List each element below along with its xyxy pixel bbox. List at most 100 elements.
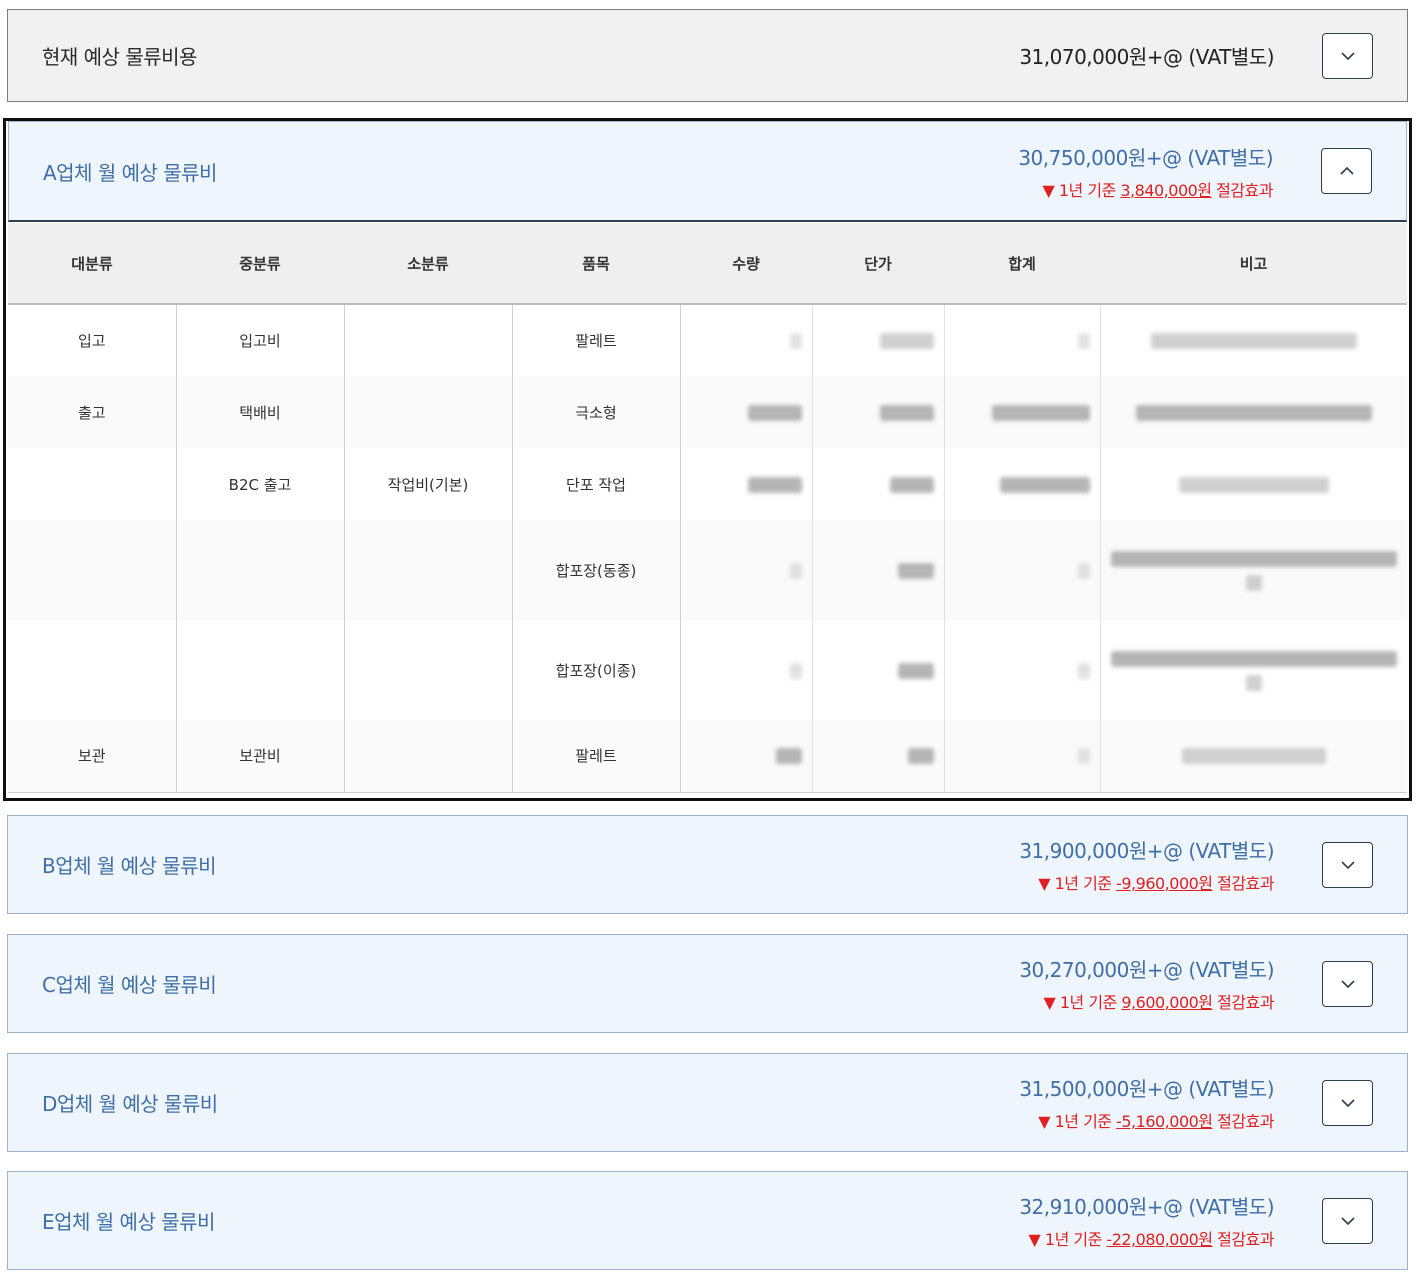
cell-total-redacted — [944, 304, 1101, 376]
cell-major — [8, 520, 177, 620]
saving-value: 9,600,000원 — [1121, 993, 1213, 1012]
header-total: 합계 — [944, 223, 1100, 305]
vendor-b-saving: ▼ 1년 기준 -9,960,000원 절감효과 — [1019, 870, 1274, 894]
vendor-e-panel: E업체 월 예상 물류비 32,910,000원+@ (VAT별도) ▼ 1년 … — [7, 1171, 1408, 1270]
vendor-a-panel: A업체 월 예상 물류비 30,750,000원+@ (VAT별도) ▼ 1년 … — [8, 121, 1407, 222]
vendor-a-expanded-section: A업체 월 예상 물류비 30,750,000원+@ (VAT별도) ▼ 1년 … — [3, 118, 1412, 801]
saving-prefix: ▼ 1년 기준 — [1028, 1230, 1107, 1249]
cell-mid: 입고비 — [176, 304, 345, 376]
cell-minor — [344, 376, 513, 448]
saving-suffix: 절감효과 — [1212, 1230, 1274, 1249]
table-row: 합포장(이종) — [8, 620, 1407, 720]
cell-minor — [344, 520, 513, 620]
vendor-c-title: C업체 월 예상 물류비 — [42, 973, 217, 997]
cell-mid: 보관비 — [176, 720, 345, 793]
cell-item: 팔레트 — [512, 720, 681, 793]
vendor-a-toggle-button[interactable] — [1321, 148, 1372, 194]
vendor-b-amount: 31,900,000원+@ (VAT별도) — [1019, 839, 1274, 863]
vendor-a-amount-block: 30,750,000원+@ (VAT별도) ▼ 1년 기준 3,840,000원… — [1018, 142, 1273, 201]
vendor-c-saving: ▼ 1년 기준 9,600,000원 절감효과 — [1019, 989, 1274, 1013]
vendor-b-panel: B업체 월 예상 물류비 31,900,000원+@ (VAT별도) ▼ 1년 … — [7, 815, 1408, 914]
cell-minor — [344, 720, 513, 793]
header-item: 품목 — [512, 223, 680, 305]
table-row: 입고 입고비 팔레트 — [8, 304, 1407, 376]
saving-value: 3,840,000원 — [1120, 180, 1212, 200]
cell-major: 입고 — [8, 304, 177, 376]
vendor-d-title: D업체 월 예상 물류비 — [42, 1092, 218, 1116]
vendor-a-amount: 30,750,000원+@ (VAT별도) — [1018, 145, 1273, 170]
vendor-e-amount-block: 32,910,000원+@ (VAT별도) ▼ 1년 기준 -22,080,00… — [1019, 1191, 1274, 1250]
cell-major: 출고 — [8, 376, 177, 448]
cell-quantity-redacted — [680, 448, 813, 520]
vendor-c-amount-block: 30,270,000원+@ (VAT별도) ▼ 1년 기준 9,600,000원… — [1019, 954, 1274, 1013]
cell-unit-price-redacted — [812, 620, 945, 720]
saving-suffix: 절감효과 — [1211, 180, 1273, 200]
chevron-down-icon — [1340, 860, 1355, 869]
table-header-row: 대분류 중분류 소분류 품목 수량 단가 합계 비고 — [8, 223, 1407, 305]
current-cost-panel: 현재 예상 물류비용 31,070,000원+@ (VAT별도) — [7, 9, 1408, 102]
cell-major — [8, 448, 177, 520]
table-row: 보관 보관비 팔레트 — [8, 720, 1407, 793]
cell-minor — [344, 304, 513, 376]
cell-item: 합포장(동종) — [512, 520, 681, 620]
vendor-d-toggle-button[interactable] — [1322, 1079, 1373, 1126]
cell-minor — [344, 620, 513, 720]
cell-quantity-redacted — [680, 720, 813, 793]
cell-item: 팔레트 — [512, 304, 681, 376]
current-cost-amount: 31,070,000원+@ (VAT별도) — [1019, 45, 1274, 69]
header-minor-category: 소분류 — [344, 223, 512, 305]
chevron-down-icon — [1340, 1216, 1355, 1225]
vendor-e-title: E업체 월 예상 물류비 — [42, 1210, 215, 1234]
vendor-a-detail-table: 대분류 중분류 소분류 품목 수량 단가 합계 비고 입고 입고비 팔레트 출고… — [8, 223, 1407, 793]
vendor-e-amount: 32,910,000원+@ (VAT별도) — [1019, 1195, 1274, 1219]
vendor-e-saving: ▼ 1년 기준 -22,080,000원 절감효과 — [1019, 1226, 1275, 1250]
cell-note-redacted — [1100, 720, 1407, 793]
cell-note-redacted — [1100, 304, 1407, 376]
cell-item: 극소형 — [512, 376, 681, 448]
saving-prefix: ▼ 1년 기준 — [1042, 180, 1121, 200]
saving-prefix: ▼ 1년 기준 — [1038, 874, 1117, 893]
current-cost-title: 현재 예상 물류비용 — [42, 45, 197, 69]
chevron-down-icon — [1340, 1098, 1355, 1107]
cell-note-redacted — [1100, 448, 1407, 520]
cell-major: 보관 — [8, 720, 177, 793]
vendor-b-title: B업체 월 예상 물류비 — [42, 854, 217, 878]
header-quantity: 수량 — [680, 223, 812, 305]
cell-minor: 작업비(기본) — [344, 448, 513, 520]
chevron-down-icon — [1340, 51, 1355, 60]
cell-item: 단포 작업 — [512, 448, 681, 520]
cell-major — [8, 620, 177, 720]
saving-value: -9,960,000원 — [1116, 874, 1213, 893]
cell-mid — [176, 620, 345, 720]
cell-quantity-redacted — [680, 520, 813, 620]
cell-note-redacted — [1100, 620, 1407, 720]
cell-note-redacted — [1100, 376, 1407, 448]
vendor-a-title: A업체 월 예상 물류비 — [43, 160, 217, 185]
cell-total-redacted — [944, 376, 1101, 448]
cell-total-redacted — [944, 620, 1101, 720]
header-major-category: 대분류 — [8, 223, 176, 305]
cell-mid: B2C 출고 — [176, 448, 345, 520]
saving-value: -22,080,000원 — [1106, 1230, 1213, 1249]
vendor-d-amount: 31,500,000원+@ (VAT별도) — [1019, 1077, 1274, 1101]
vendor-d-panel: D업체 월 예상 물류비 31,500,000원+@ (VAT별도) ▼ 1년 … — [7, 1053, 1408, 1152]
cell-quantity-redacted — [680, 620, 813, 720]
table-row: 출고 택배비 극소형 — [8, 376, 1407, 448]
vendor-b-toggle-button[interactable] — [1322, 841, 1373, 888]
vendor-c-toggle-button[interactable] — [1322, 960, 1373, 1007]
saving-prefix: ▼ 1년 기준 — [1043, 993, 1122, 1012]
current-cost-toggle-button[interactable] — [1322, 32, 1373, 79]
saving-suffix: 절감효과 — [1212, 874, 1274, 893]
cell-total-redacted — [944, 520, 1101, 620]
vendor-b-amount-block: 31,900,000원+@ (VAT별도) ▼ 1년 기준 -9,960,000… — [1019, 835, 1274, 894]
table-row: B2C 출고 작업비(기본) 단포 작업 — [8, 448, 1407, 520]
vendor-e-toggle-button[interactable] — [1322, 1197, 1373, 1244]
saving-prefix: ▼ 1년 기준 — [1038, 1112, 1117, 1131]
cell-quantity-redacted — [680, 376, 813, 448]
cell-unit-price-redacted — [812, 304, 945, 376]
cell-mid: 택배비 — [176, 376, 345, 448]
vendor-d-amount-block: 31,500,000원+@ (VAT별도) ▼ 1년 기준 -5,160,000… — [1019, 1073, 1274, 1132]
cell-item: 합포장(이종) — [512, 620, 681, 720]
vendor-c-panel: C업체 월 예상 물류비 30,270,000원+@ (VAT별도) ▼ 1년 … — [7, 934, 1408, 1033]
cell-mid — [176, 520, 345, 620]
